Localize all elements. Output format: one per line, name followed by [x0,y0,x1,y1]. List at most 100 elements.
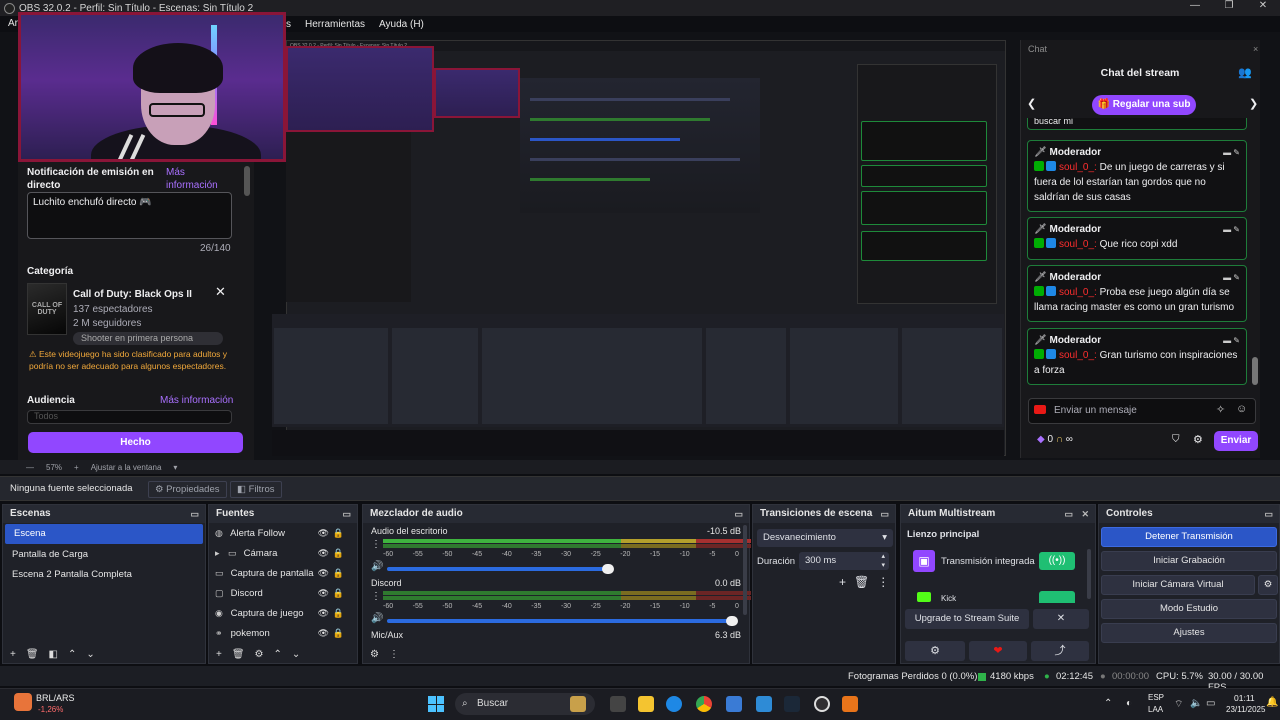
filters-button[interactable]: ◧ Filtros [230,481,282,498]
widget-icon[interactable] [570,696,586,712]
dock-menu-icon[interactable]: ▭ [190,505,199,523]
notification-text-field[interactable]: Luchito enchufó directo 🎮 [27,192,232,239]
trash-icon[interactable]: 🗑 [232,649,245,660]
done-button[interactable]: Hecho [28,432,243,453]
lock-icon[interactable]: 🔒 [333,543,344,563]
trash-icon[interactable]: 🗑 [26,649,39,660]
windows-start-icon[interactable] [428,696,444,712]
network-icon[interactable]: ⌔ [1174,698,1183,711]
volume-knob[interactable] [726,616,738,626]
multistream-scrollbar[interactable] [1087,549,1091,599]
channel-menu-icon[interactable]: ⋮ [371,591,381,602]
chat-next-icon[interactable]: ❯ [1249,97,1258,110]
source-item[interactable]: ▢ Discord 👁 🔒 [209,583,357,603]
category-tag[interactable]: Shooter en primera persona [73,332,223,345]
mixer-settings-icon[interactable]: ⚙ [370,649,379,660]
task-view-icon[interactable] [610,696,626,712]
chat-dock-close-icon[interactable]: × [1253,44,1258,54]
dock-close-icon[interactable]: ✕ [1081,505,1089,523]
transition-select[interactable]: Desvanecimiento ▾ [757,529,893,547]
dock-menu-icon[interactable]: ▭ [880,505,889,523]
message-user[interactable]: soul_0_: [1059,350,1097,361]
battery-icon[interactable]: ▭ [1206,698,1215,709]
start-virtual-camera-button[interactable]: Iniciar Cámara Virtual [1101,575,1255,595]
obs-icon[interactable] [814,696,830,712]
scene-item[interactable]: Escena 2 Pantalla Completa [3,565,205,585]
message-user[interactable]: soul_0_: [1059,239,1097,250]
dismiss-icon[interactable]: ✕ [1033,609,1089,629]
mail-icon[interactable] [756,696,772,712]
scene-item[interactable]: Pantalla de Carga [3,545,205,565]
scene-item[interactable]: Escena [5,524,203,544]
studio-mode-button[interactable]: Modo Estudio [1101,599,1277,619]
gift-sub-button[interactable]: 🎁 Regalar una sub [1092,95,1196,115]
eye-icon[interactable]: 👁 [318,623,329,643]
scene-filter-icon[interactable]: ◧ [49,649,58,660]
shield-icon[interactable]: ⛉ [1172,434,1180,445]
menu-item-herramientas[interactable]: Herramientas [305,19,365,30]
minimize-icon[interactable]: — [1178,0,1212,11]
volume-slider[interactable] [387,564,614,574]
eye-icon[interactable]: 👁 [318,563,329,583]
source-item[interactable]: ▸ ▭ Cámara 👁 🔒 [209,543,357,563]
source-item[interactable]: ◍ Alerta Follow 👁 🔒 [209,523,357,543]
chevron-up-icon[interactable]: ⌃ [274,649,282,660]
zoom-fit-select[interactable]: Ajustar a la ventana [91,463,162,472]
maximize-icon[interactable]: ❐ [1212,0,1246,11]
speaker-icon[interactable]: 🔊 [371,561,383,572]
volume-knob[interactable] [602,564,614,574]
chevron-down-icon[interactable]: ⌄ [86,649,94,660]
volume-icon[interactable]: 🔈 [1190,698,1202,709]
notification-bell-icon[interactable]: 🔔 [1266,697,1278,708]
eye-icon[interactable]: 👁 [318,523,329,543]
menu-item-ayuda[interactable]: Ayuda (H) [379,19,424,30]
file-explorer-icon[interactable] [638,696,654,712]
volume-slider[interactable] [387,616,738,626]
message-actions-icon[interactable]: ▬ ✎ [1223,333,1240,348]
gear-icon[interactable]: ⚙ [255,649,264,660]
lock-icon[interactable]: 🔒 [333,583,344,603]
expand-icon[interactable]: ▸ [215,543,228,563]
menu-item-escenas-partial[interactable]: s [286,19,291,30]
trash-icon[interactable]: 🗑 [854,575,869,589]
lock-icon[interactable]: 🔒 [333,563,344,583]
language-indicator[interactable]: ESP [1148,693,1164,702]
tray-app-icon[interactable]: ◐ [1126,698,1132,709]
lock-icon[interactable]: 🔒 [333,603,344,623]
chevron-down-icon[interactable]: ⌄ [292,649,300,660]
dock-menu-icon[interactable]: ▭ [342,505,351,523]
lock-icon[interactable]: 🔒 [333,623,344,643]
sparkle-icon[interactable]: ✧ [1216,403,1225,416]
audience-select[interactable]: Todos [27,410,232,424]
start-recording-button[interactable]: Iniciar Grabación [1101,551,1277,571]
clock-time[interactable]: 01:11 [1234,693,1255,703]
share-icon[interactable]: ⤴ [1031,641,1089,661]
stock-ticker[interactable]: BRL/ARS [36,693,75,703]
eye-icon[interactable]: 👁 [318,583,329,603]
source-item[interactable]: ▭ Captura de pantalla 👁 🔒 [209,563,357,583]
chat-users-icon[interactable]: 👥 [1238,66,1252,80]
menu-item-archivo[interactable]: Ar [8,16,18,32]
message-user[interactable]: soul_0_: [1059,287,1097,298]
gear-icon[interactable]: ⚙ [905,641,965,661]
message-actions-icon[interactable]: ▬ ✎ [1223,222,1240,237]
audience-more-link[interactable]: Más información [160,395,233,406]
message-user[interactable]: soul_0_: [1059,162,1097,173]
notification-more-link[interactable]: Más información [166,166,236,192]
send-button[interactable]: Enviar [1214,431,1258,451]
source-item[interactable]: ⚭ pokemon 👁 🔒 [209,623,357,643]
app-icon[interactable] [842,696,858,712]
eye-icon[interactable]: 👁 [318,603,329,623]
stock-widget-icon[interactable] [14,693,32,711]
chat-prev-icon[interactable]: ❮ [1027,97,1036,110]
zoom-plus-icon[interactable]: + [74,463,79,472]
emoji-icon[interactable]: ☺ [1236,403,1247,415]
camera-icon[interactable] [1034,405,1046,414]
speaker-icon[interactable]: 🔊 [371,613,383,624]
lock-icon[interactable]: 🔒 [333,523,344,543]
dock-menu-icon[interactable]: ▭ [734,505,743,523]
channel-points[interactable]: ◆ 0 ∩ ∞ [1037,434,1073,445]
settings-button[interactable]: Ajustes [1101,623,1277,643]
close-icon[interactable]: ✕ [1246,0,1280,11]
add-icon[interactable]: + [839,575,846,589]
